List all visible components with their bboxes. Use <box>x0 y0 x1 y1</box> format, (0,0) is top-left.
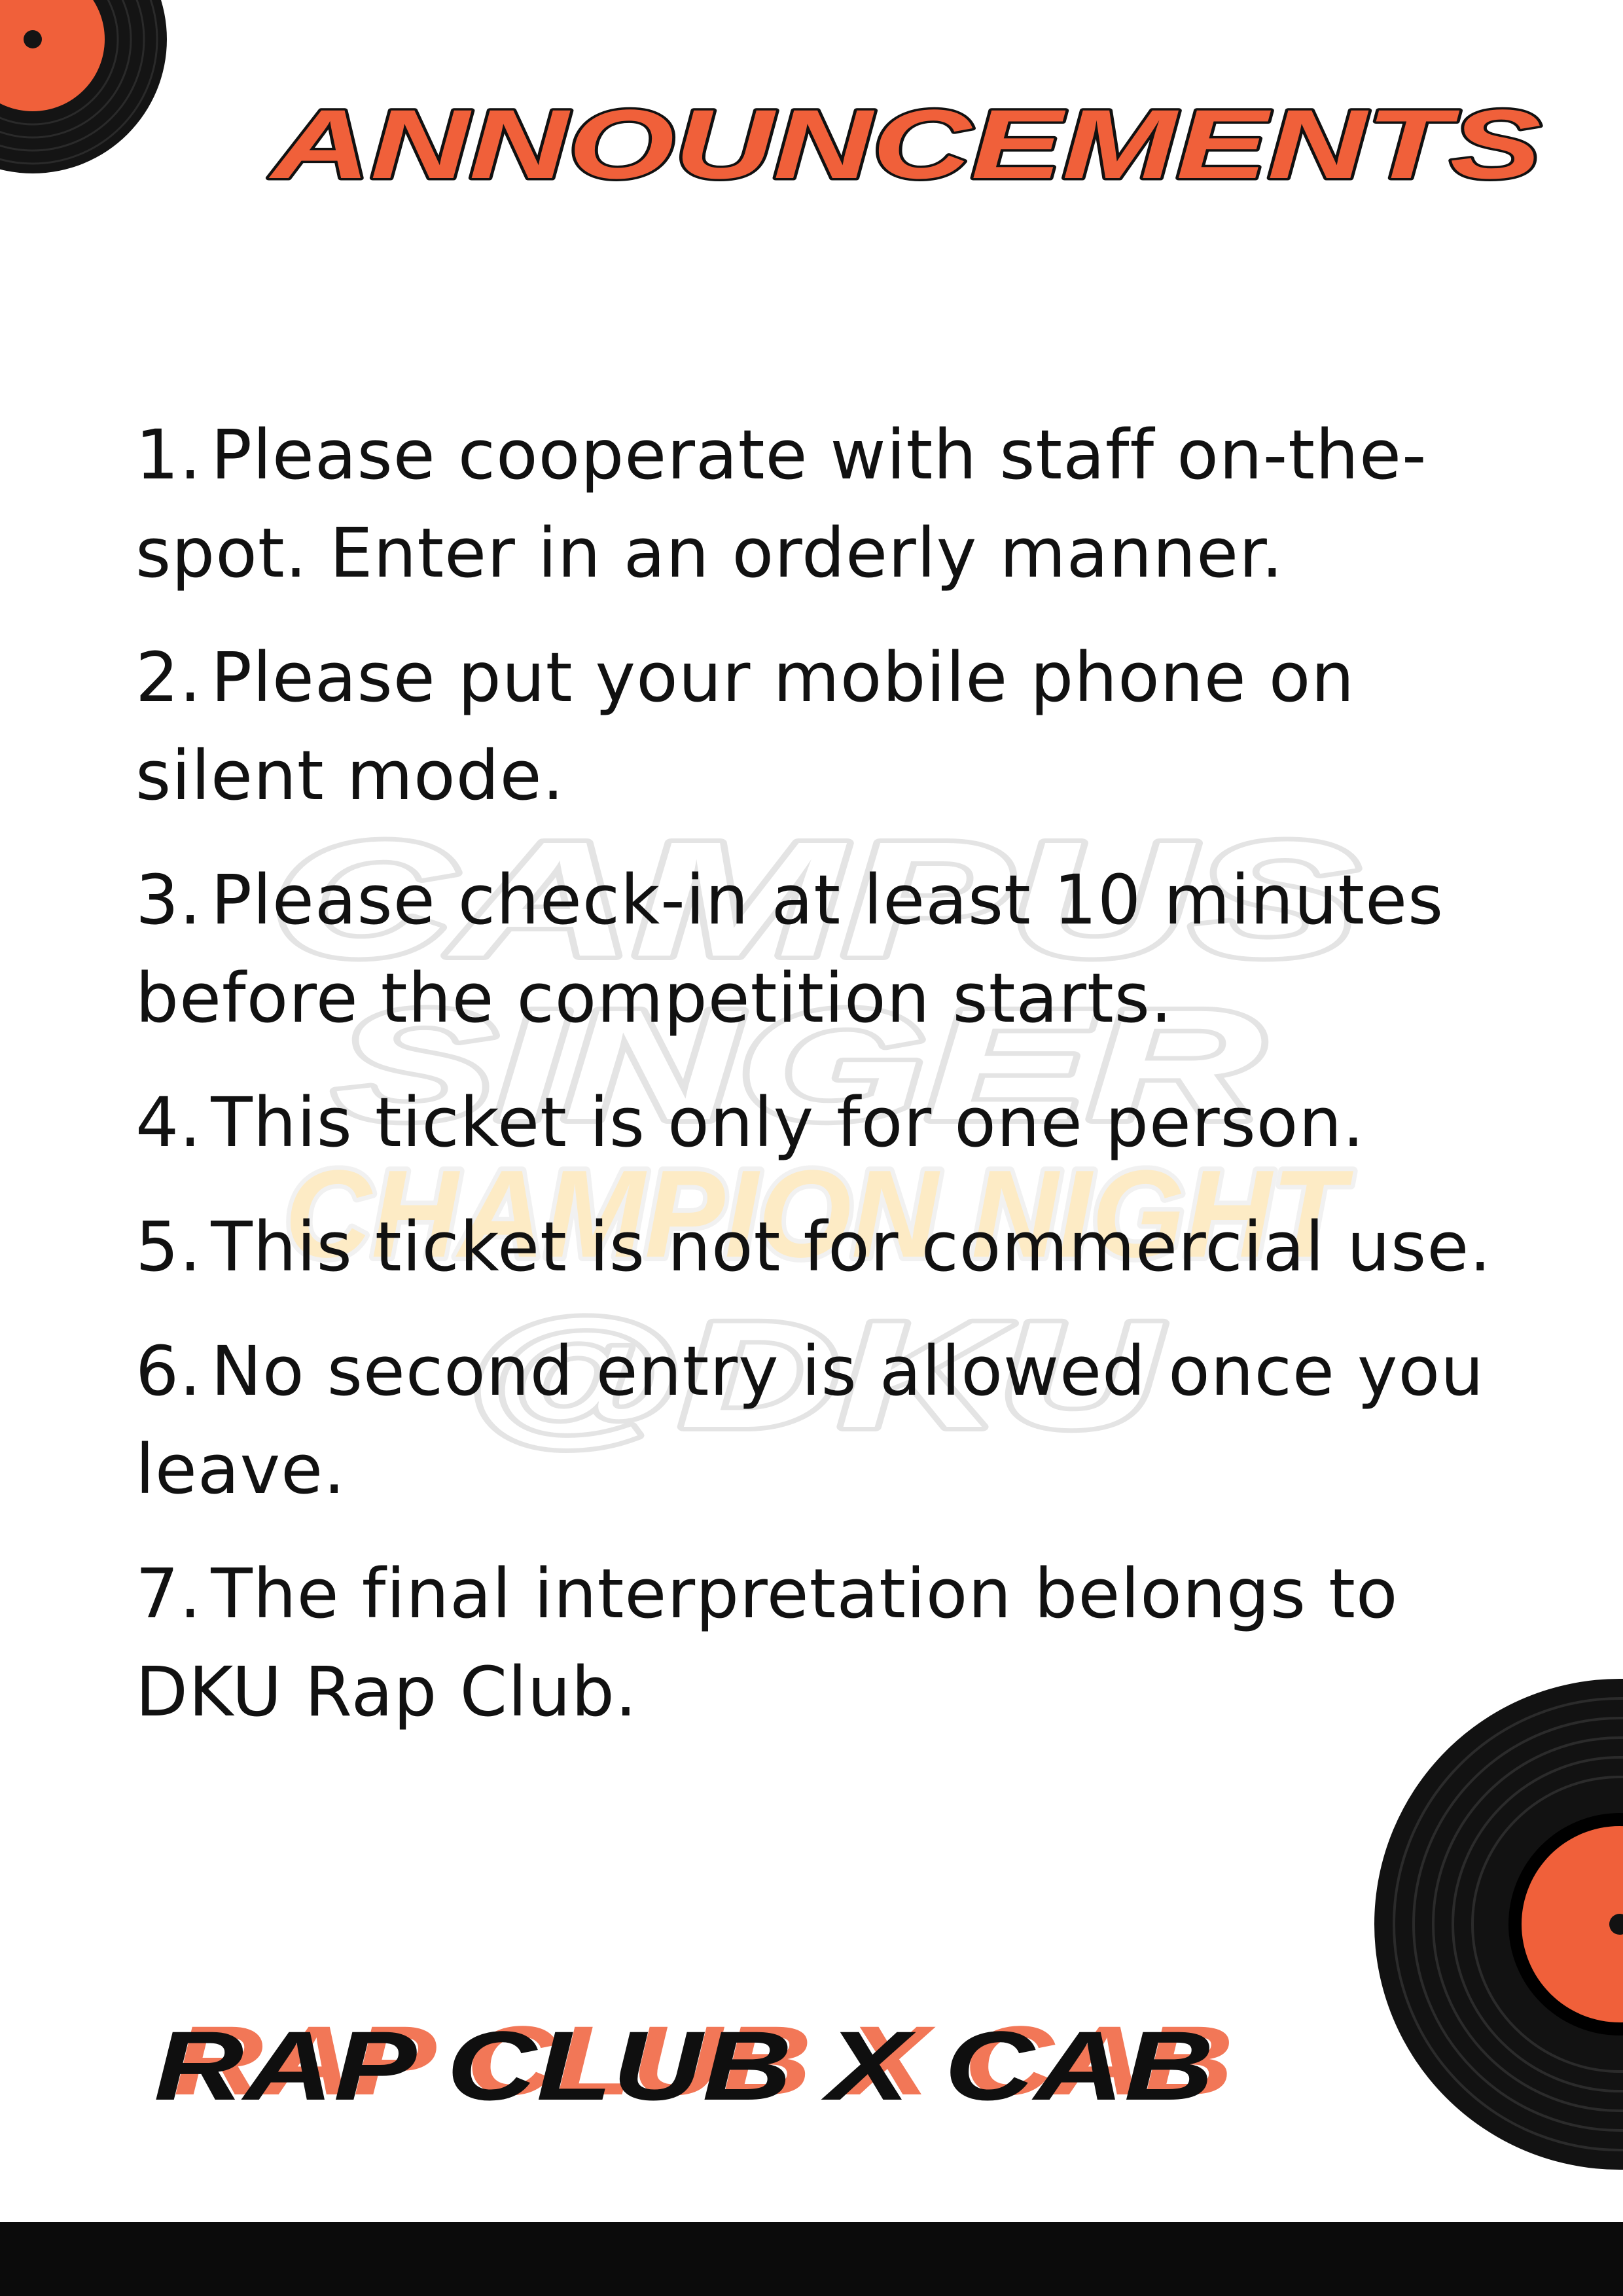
vinyl-record-icon <box>1371 1676 1623 2173</box>
list-item: 2. Please put your mobile phone on silent… <box>135 628 1536 825</box>
list-item: 6. No second entry is allowed once you le… <box>135 1322 1536 1518</box>
list-item: 5. This ticket is not for commercial use. <box>135 1198 1536 1296</box>
page-title: ANNOUNCEMENTS <box>259 87 1554 202</box>
item-number: 3. <box>135 860 202 940</box>
item-number: 2. <box>135 637 202 717</box>
credit-text: RAP CLUB X CAB <box>154 2011 1214 2114</box>
announcement-page: ANNOUNCEMENTS CAMPUS SINGER CHAMPION NIG… <box>0 0 1623 2296</box>
item-text: This ticket is only for one person. <box>211 1083 1365 1162</box>
item-number: 5. <box>135 1207 202 1287</box>
list-item: 4. This ticket is only for one person. <box>135 1073 1536 1172</box>
item-number: 4. <box>135 1083 202 1162</box>
title-text: ANNOUNCEMENTS <box>268 92 1541 196</box>
bottom-bar <box>0 2222 1623 2296</box>
item-text: This ticket is not for commercial use. <box>211 1207 1492 1287</box>
item-text: Please put your mobile phone on silent m… <box>135 637 1355 816</box>
item-text: Please check-in at least 10 minutes befo… <box>135 860 1444 1038</box>
item-number: 7. <box>135 1554 202 1634</box>
vinyl-record-icon <box>0 0 170 177</box>
item-number: 1. <box>135 415 202 495</box>
list-item: 3. Please check-in at least 10 minutes be… <box>135 851 1536 1047</box>
announcement-list: 1. Please cooperate with staff on-the-spo… <box>135 406 1536 1767</box>
item-text: The final interpretation belongs to DKU … <box>135 1554 1399 1732</box>
item-text: Please cooperate with staff on-the-spot.… <box>135 415 1427 593</box>
list-item: 1. Please cooperate with staff on-the-spo… <box>135 406 1536 602</box>
item-number: 6. <box>135 1331 202 1411</box>
organizer-credit: RAP CLUB X CAB RAP CLUB X CAB <box>154 2003 1266 2121</box>
list-item: 7. The final interpretation belongs to DK… <box>135 1545 1536 1741</box>
item-text: No second entry is allowed once you leav… <box>135 1331 1484 1509</box>
